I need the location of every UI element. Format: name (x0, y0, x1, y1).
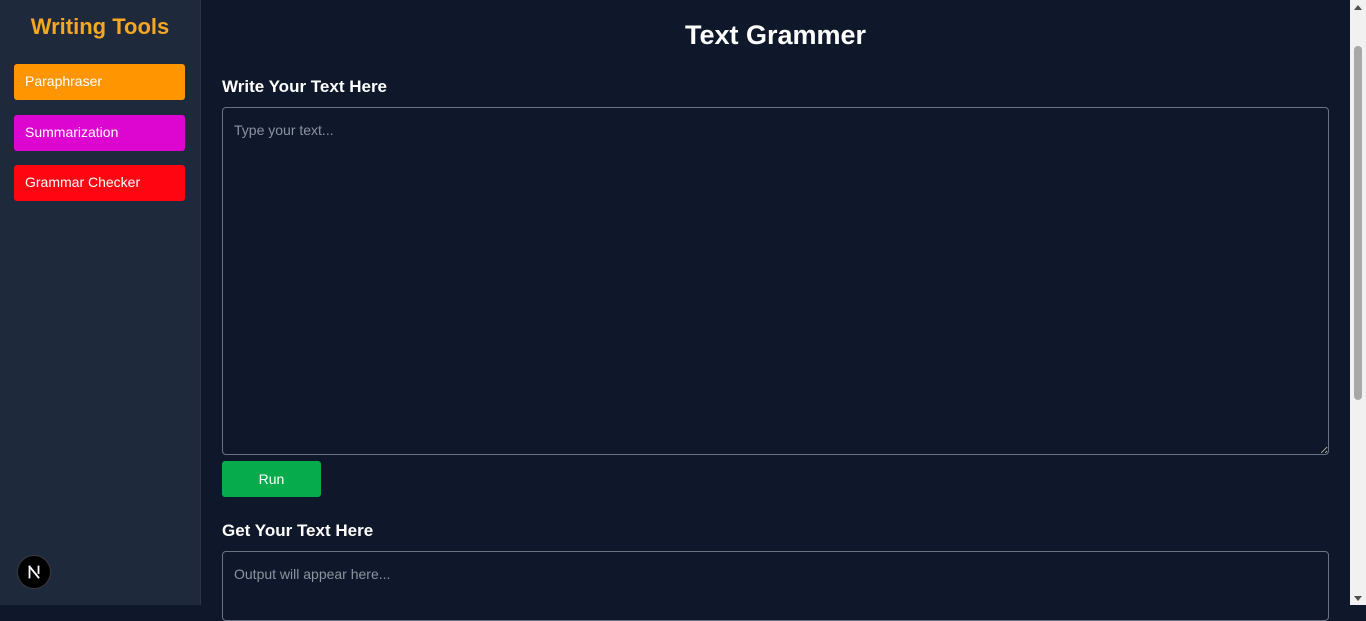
sidebar-item-label: Summarization (25, 124, 119, 140)
run-button[interactable]: Run (222, 461, 321, 497)
sidebar-item-label: Grammar Checker (25, 174, 141, 190)
output-placeholder: Output will appear here... (234, 566, 391, 582)
nextjs-dev-badge[interactable] (17, 555, 51, 589)
output-section-label: Get Your Text Here (222, 521, 374, 540)
nextjs-logo-icon (28, 565, 40, 579)
sidebar-item-grammar-checker[interactable]: Grammar Checker (14, 165, 185, 201)
sidebar-item-summarization[interactable]: Summarization (14, 115, 185, 151)
scroll-up-arrow-icon[interactable] (1350, 0, 1366, 14)
text-input[interactable] (222, 107, 1329, 455)
page-scrollbar[interactable] (1350, 0, 1366, 605)
scrollbar-thumb[interactable] (1354, 46, 1362, 400)
sidebar: Writing Tools Paraphraser Summarization … (0, 0, 201, 605)
sidebar-item-paraphraser[interactable]: Paraphraser (14, 64, 185, 100)
page-title: Text Grammer (684, 20, 867, 50)
input-section-label: Write Your Text Here (222, 77, 388, 96)
sidebar-item-label: Paraphraser (25, 73, 103, 89)
sidebar-title: Writing Tools (30, 14, 170, 39)
output-field: Output will appear here... (222, 551, 1329, 621)
scroll-down-arrow-icon[interactable] (1350, 591, 1366, 605)
main-content: Text Grammer Write Your Text Here Run Ge… (201, 0, 1350, 621)
